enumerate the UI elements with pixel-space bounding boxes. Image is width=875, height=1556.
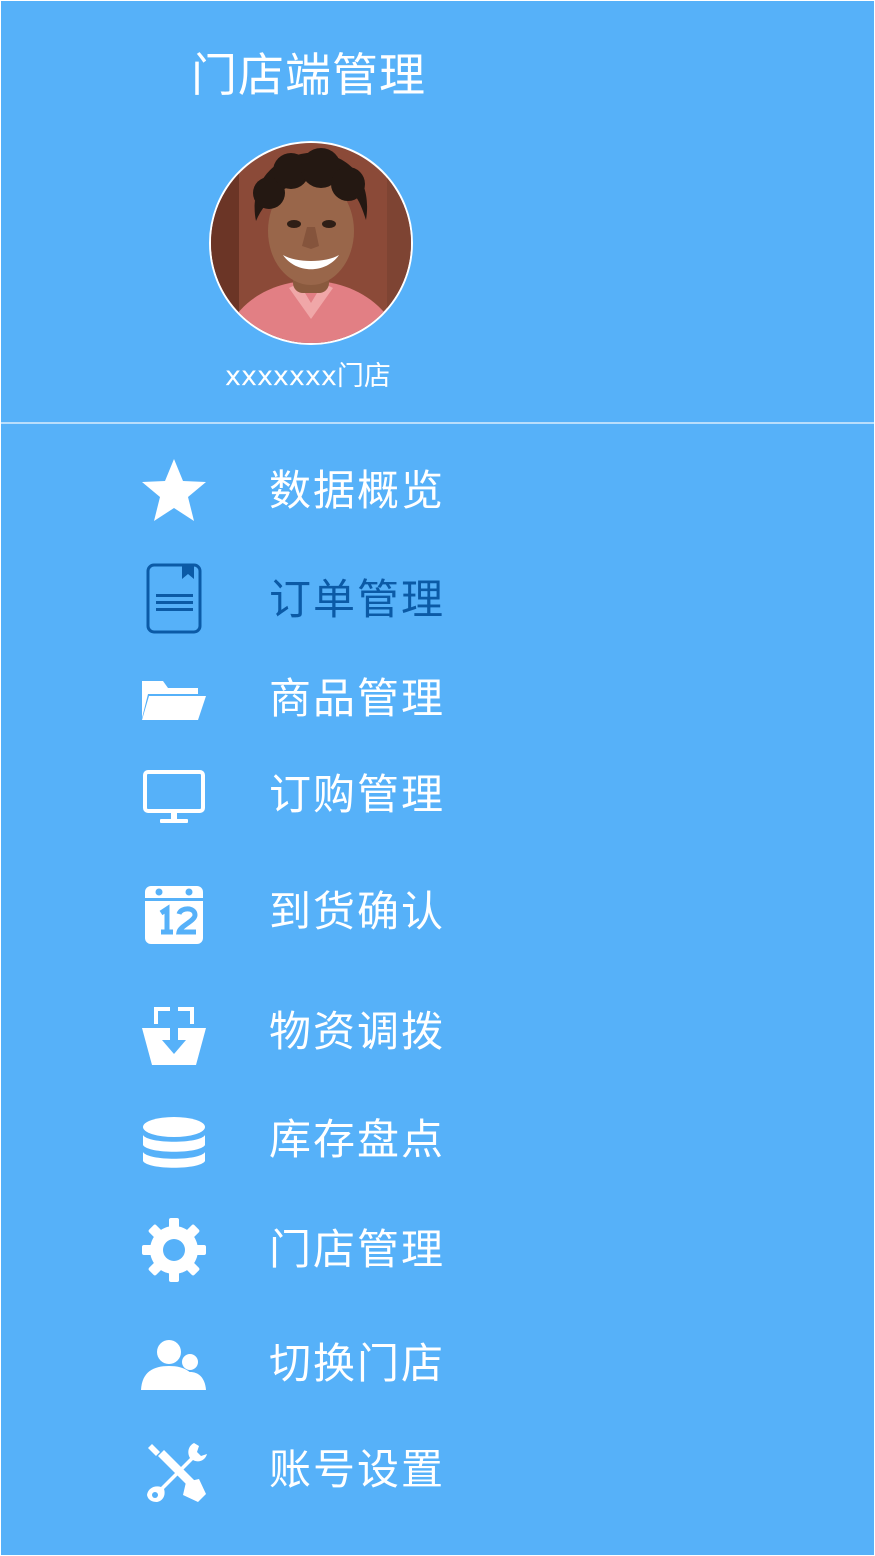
monitor-icon xyxy=(136,757,212,833)
menu-item-label: 切换门店 xyxy=(269,1339,446,1388)
stack-icon xyxy=(136,1102,212,1178)
gear-icon xyxy=(136,1212,212,1288)
menu-item-arrival-confirm[interactable]: 到货确认 xyxy=(121,867,521,957)
menu-item-switch-store[interactable]: 切换门店 xyxy=(121,1319,521,1409)
menu-item-label: 商品管理 xyxy=(269,674,446,723)
menu-item-material-transfer[interactable]: 物资调拨 xyxy=(121,987,521,1077)
document-icon xyxy=(136,562,212,638)
menu-item-purchasing[interactable]: 订购管理 xyxy=(121,750,521,840)
menu-item-label: 订单管理 xyxy=(269,575,446,624)
menu-item-data-overview[interactable]: 数据概览 xyxy=(121,446,521,536)
main-menu: 数据概览 订单管理 商品管理 订购管理 到货确认 物资调拨 库存盘点 门店管理 … xyxy=(1,1,874,1555)
menu-item-label: 数据概览 xyxy=(269,466,446,515)
menu-item-label: 到货确认 xyxy=(269,887,446,936)
navigation-drawer: 门店端管理 xxxxxxx门店 数据概览 订单管理 商品管理 订购管理 到货确认… xyxy=(0,0,875,1556)
menu-item-label: 账号设置 xyxy=(269,1445,446,1494)
menu-item-label: 库存盘点 xyxy=(269,1115,446,1164)
menu-item-orders[interactable]: 订单管理 xyxy=(121,555,521,645)
tools-icon xyxy=(136,1432,212,1508)
menu-item-account-settings[interactable]: 账号设置 xyxy=(121,1425,521,1515)
folder-icon xyxy=(136,661,212,737)
menu-item-products[interactable]: 商品管理 xyxy=(121,654,521,744)
star-icon xyxy=(136,453,212,529)
transfer-basket-icon xyxy=(136,994,212,1070)
menu-item-inventory-count[interactable]: 库存盘点 xyxy=(121,1095,521,1185)
menu-item-label: 门店管理 xyxy=(269,1225,446,1274)
calendar-icon xyxy=(136,874,212,950)
menu-item-label: 物资调拨 xyxy=(269,1007,446,1056)
menu-item-label: 订购管理 xyxy=(269,770,446,819)
users-icon xyxy=(136,1326,212,1402)
menu-item-store-management[interactable]: 门店管理 xyxy=(121,1205,521,1295)
